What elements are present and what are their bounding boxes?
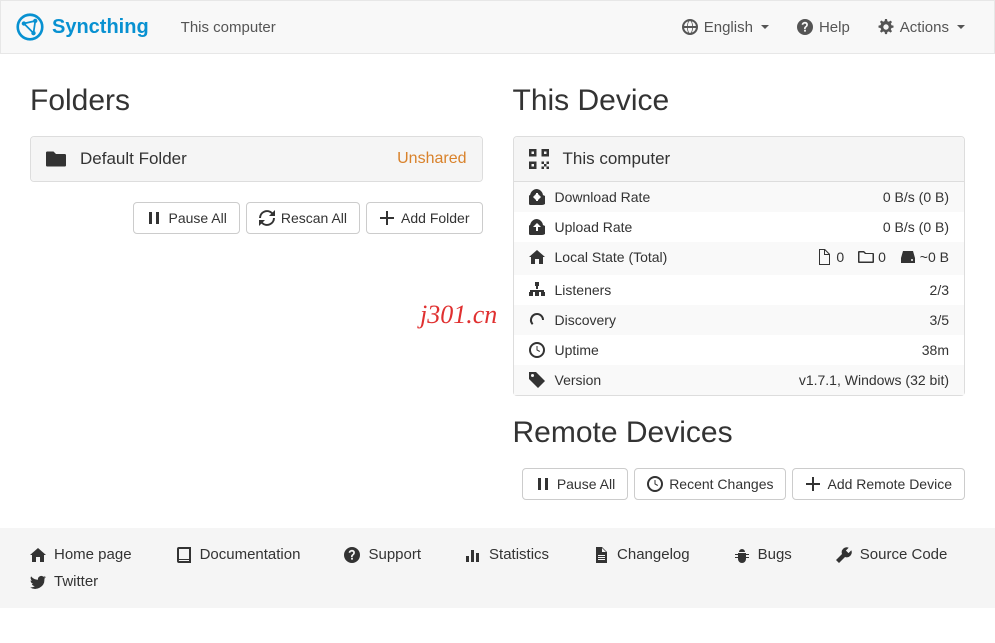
folders-heading: Folders bbox=[30, 84, 483, 118]
plus-icon bbox=[805, 476, 821, 492]
device-name-nav: This computer bbox=[169, 19, 288, 36]
navbar: Syncthing This computer English Help Act… bbox=[0, 0, 995, 54]
twitter-icon bbox=[30, 574, 46, 590]
local-state-row: Local State (Total) 0 0 ~0 B bbox=[514, 242, 965, 275]
pause-icon bbox=[535, 476, 551, 492]
folder-panel: Default Folder Unshared bbox=[30, 136, 483, 182]
plus-icon bbox=[379, 210, 395, 226]
remote-devices-heading: Remote Devices bbox=[513, 416, 966, 450]
sitemap-icon bbox=[529, 282, 545, 298]
folder-row[interactable]: Default Folder Unshared bbox=[31, 137, 482, 181]
help-link[interactable]: Help bbox=[783, 19, 864, 36]
language-dropdown[interactable]: English bbox=[668, 19, 783, 36]
caret-icon bbox=[761, 25, 769, 29]
tag-icon bbox=[529, 372, 545, 388]
home-link[interactable]: Home page bbox=[30, 546, 132, 563]
twitter-link[interactable]: Twitter bbox=[30, 573, 965, 590]
wrench-icon bbox=[836, 547, 852, 563]
qr-icon bbox=[529, 149, 549, 169]
remote-pause-all-button[interactable]: Pause All bbox=[522, 468, 628, 500]
stats-link[interactable]: Statistics bbox=[465, 546, 549, 563]
file-icon bbox=[816, 249, 832, 265]
actions-dropdown[interactable]: Actions bbox=[864, 19, 979, 36]
this-device-heading: This Device bbox=[513, 84, 966, 118]
version-row: Versionv1.7.1, Windows (32 bit) bbox=[514, 365, 965, 395]
brand-logo[interactable]: Syncthing bbox=[16, 13, 149, 41]
device-panel-title: This computer bbox=[563, 149, 671, 169]
device-column: This Device This computer Download Rate0… bbox=[513, 84, 966, 518]
home-icon bbox=[529, 249, 545, 265]
folder-icon bbox=[46, 149, 66, 169]
folders-column: Folders Default Folder Unshared Pause Al… bbox=[30, 84, 483, 518]
source-link[interactable]: Source Code bbox=[836, 546, 948, 563]
listeners-row: Listeners2/3 bbox=[514, 275, 965, 305]
pause-all-button[interactable]: Pause All bbox=[133, 202, 239, 234]
download-icon bbox=[529, 189, 545, 205]
device-stats-table: Download Rate0 B/s (0 B) Upload Rate0 B/… bbox=[514, 182, 965, 395]
refresh-icon bbox=[259, 210, 275, 226]
device-panel: This computer Download Rate0 B/s (0 B) U… bbox=[513, 136, 966, 396]
book-icon bbox=[176, 547, 192, 563]
recent-changes-button[interactable]: Recent Changes bbox=[634, 468, 786, 500]
download-rate-row: Download Rate0 B/s (0 B) bbox=[514, 182, 965, 212]
bugs-link[interactable]: Bugs bbox=[734, 546, 792, 563]
folder-status: Unshared bbox=[397, 150, 466, 168]
add-remote-device-button[interactable]: Add Remote Device bbox=[792, 468, 965, 500]
brand-text: Syncthing bbox=[52, 16, 149, 39]
hdd-icon bbox=[900, 249, 916, 265]
add-folder-button[interactable]: Add Folder bbox=[366, 202, 482, 234]
clock-icon bbox=[529, 342, 545, 358]
bars-icon bbox=[465, 547, 481, 563]
folder-name: Default Folder bbox=[80, 149, 187, 169]
clock-icon bbox=[647, 476, 663, 492]
support-link[interactable]: Support bbox=[344, 546, 421, 563]
caret-icon bbox=[957, 25, 965, 29]
upload-icon bbox=[529, 219, 545, 235]
docs-link[interactable]: Documentation bbox=[176, 546, 301, 563]
help-icon bbox=[797, 19, 813, 35]
folder-open-icon bbox=[858, 249, 874, 265]
footer: Home page Documentation Support Statisti… bbox=[0, 528, 995, 608]
rescan-all-button[interactable]: Rescan All bbox=[246, 202, 360, 234]
discovery-icon bbox=[529, 312, 545, 328]
upload-rate-row: Upload Rate0 B/s (0 B) bbox=[514, 212, 965, 242]
cog-icon bbox=[878, 19, 894, 35]
device-panel-header[interactable]: This computer bbox=[514, 137, 965, 182]
bug-icon bbox=[734, 547, 750, 563]
pause-icon bbox=[146, 210, 162, 226]
uptime-row: Uptime38m bbox=[514, 335, 965, 365]
home-icon bbox=[30, 547, 46, 563]
globe-icon bbox=[682, 19, 698, 35]
help-icon bbox=[344, 547, 360, 563]
discovery-row: Discovery3/5 bbox=[514, 305, 965, 335]
changelog-link[interactable]: Changelog bbox=[593, 546, 690, 563]
file-icon bbox=[593, 547, 609, 563]
